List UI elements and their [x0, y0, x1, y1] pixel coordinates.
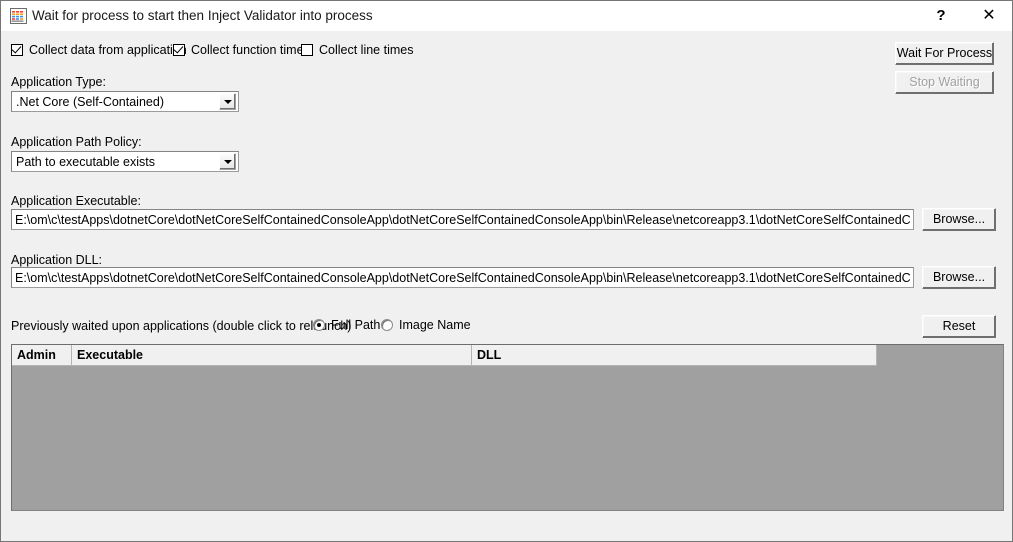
checkbox-icon-unchecked: [301, 44, 313, 56]
checkbox-icon-checked: [11, 44, 23, 56]
column-header-executable[interactable]: Executable: [72, 345, 472, 366]
chevron-down-icon[interactable]: [219, 153, 236, 170]
close-button[interactable]: ✕: [966, 1, 1012, 30]
radio-icon-selected: [313, 319, 325, 331]
wait-for-process-button[interactable]: Wait For Process: [895, 42, 994, 65]
checkbox-label: Collect line times: [319, 43, 414, 57]
previously-waited-label: Previously waited upon applications (dou…: [11, 319, 352, 333]
application-executable-input[interactable]: [11, 209, 914, 230]
browse-executable-button[interactable]: Browse...: [922, 208, 996, 231]
checkbox-collect-data-from-application[interactable]: Collect data from application: [11, 42, 187, 58]
bar-chart-icon: [10, 8, 27, 24]
application-type-combobox[interactable]: .Net Core (Self-Contained): [11, 91, 239, 112]
checkbox-label: Collect function times: [191, 43, 310, 57]
titlebar: Wait for process to start then Inject Va…: [1, 1, 1012, 32]
column-header-admin[interactable]: Admin: [12, 345, 72, 366]
application-executable-label: Application Executable:: [11, 194, 141, 208]
column-header-label: Admin: [17, 348, 56, 362]
dialog-client-area: Collect data from application Collect fu…: [1, 31, 1012, 541]
browse-dll-button[interactable]: Browse...: [922, 266, 996, 289]
radio-label: Image Name: [399, 318, 471, 332]
close-icon: ✕: [982, 7, 996, 24]
application-path-policy-combobox[interactable]: Path to executable exists: [11, 151, 239, 172]
reset-button[interactable]: Reset: [922, 315, 996, 338]
column-header-dll[interactable]: DLL: [472, 345, 877, 366]
checkbox-icon-checked: [173, 44, 185, 56]
checkbox-label: Collect data from application: [29, 43, 187, 57]
application-type-value: .Net Core (Self-Contained): [16, 94, 164, 109]
application-type-label: Application Type:: [11, 75, 106, 89]
radio-icon-unselected: [381, 319, 393, 331]
checkbox-collect-function-times[interactable]: Collect function times: [173, 42, 310, 58]
previously-waited-applications-list[interactable]: Admin Executable DLL: [11, 344, 1004, 511]
application-path-policy-value: Path to executable exists: [16, 154, 155, 169]
radio-label: Full Path: [331, 318, 381, 332]
column-header-label: Executable: [77, 348, 144, 362]
stop-waiting-button: Stop Waiting: [895, 71, 994, 94]
chevron-down-icon[interactable]: [219, 93, 236, 110]
radio-image-name[interactable]: Image Name: [381, 317, 471, 333]
listview-header: Admin Executable DLL: [12, 345, 877, 366]
checkbox-collect-line-times[interactable]: Collect line times: [301, 42, 413, 58]
window-title: Wait for process to start then Inject Va…: [32, 8, 373, 23]
column-header-label: DLL: [477, 348, 502, 362]
wait-for-process-dialog: Wait for process to start then Inject Va…: [0, 0, 1013, 542]
question-mark-icon: ?: [936, 7, 946, 24]
help-button[interactable]: ?: [918, 1, 964, 30]
listview-rows[interactable]: [12, 366, 1003, 510]
application-path-policy-label: Application Path Policy:: [11, 135, 142, 149]
application-dll-label: Application DLL:: [11, 253, 103, 267]
application-dll-input[interactable]: [11, 267, 914, 288]
radio-full-path[interactable]: Full Path: [313, 317, 380, 333]
